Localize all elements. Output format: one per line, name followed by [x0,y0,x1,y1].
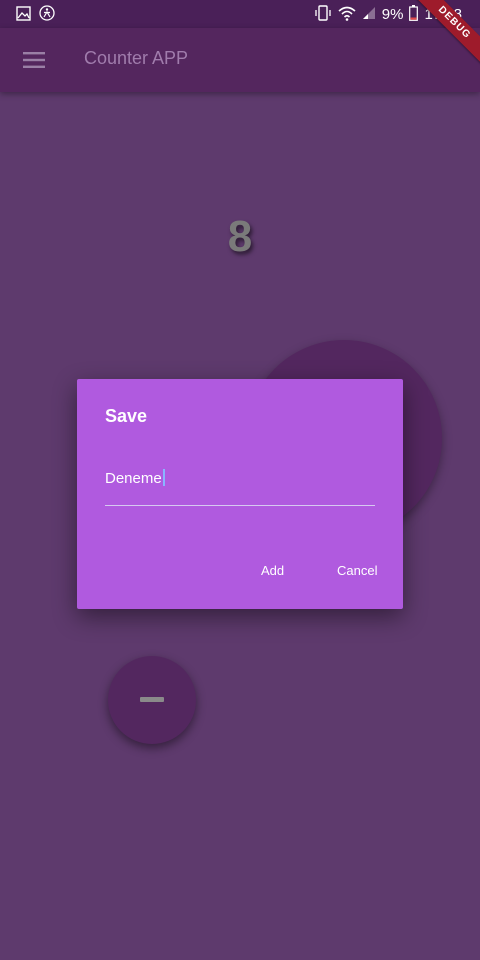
wifi-icon [338,6,356,25]
dialog-title: Save [105,406,148,426]
status-left-icons [16,5,55,25]
decrement-button[interactable] [108,656,196,744]
accessibility-icon [39,5,55,25]
save-dialog: Save Deneme Add Cancel [77,379,403,609]
name-input-value: Deneme [105,470,162,487]
app-bar: Counter APP [0,28,480,92]
menu-icon[interactable] [12,38,56,82]
battery-percent: 9% [381,6,404,23]
status-bar: 9% 17:48 [0,0,480,28]
minus-icon [140,697,164,702]
text-cursor [162,469,165,486]
counter-value: 8 [227,212,253,261]
name-input[interactable]: Deneme [105,467,375,506]
cancel-button[interactable]: Cancel [337,563,377,578]
gallery-icon [16,5,31,25]
vibrate-icon [314,5,332,25]
battery-icon [409,5,419,25]
add-button[interactable]: Add [261,563,284,578]
app-title: Counter APP [84,48,189,68]
signal-icon [362,6,376,24]
